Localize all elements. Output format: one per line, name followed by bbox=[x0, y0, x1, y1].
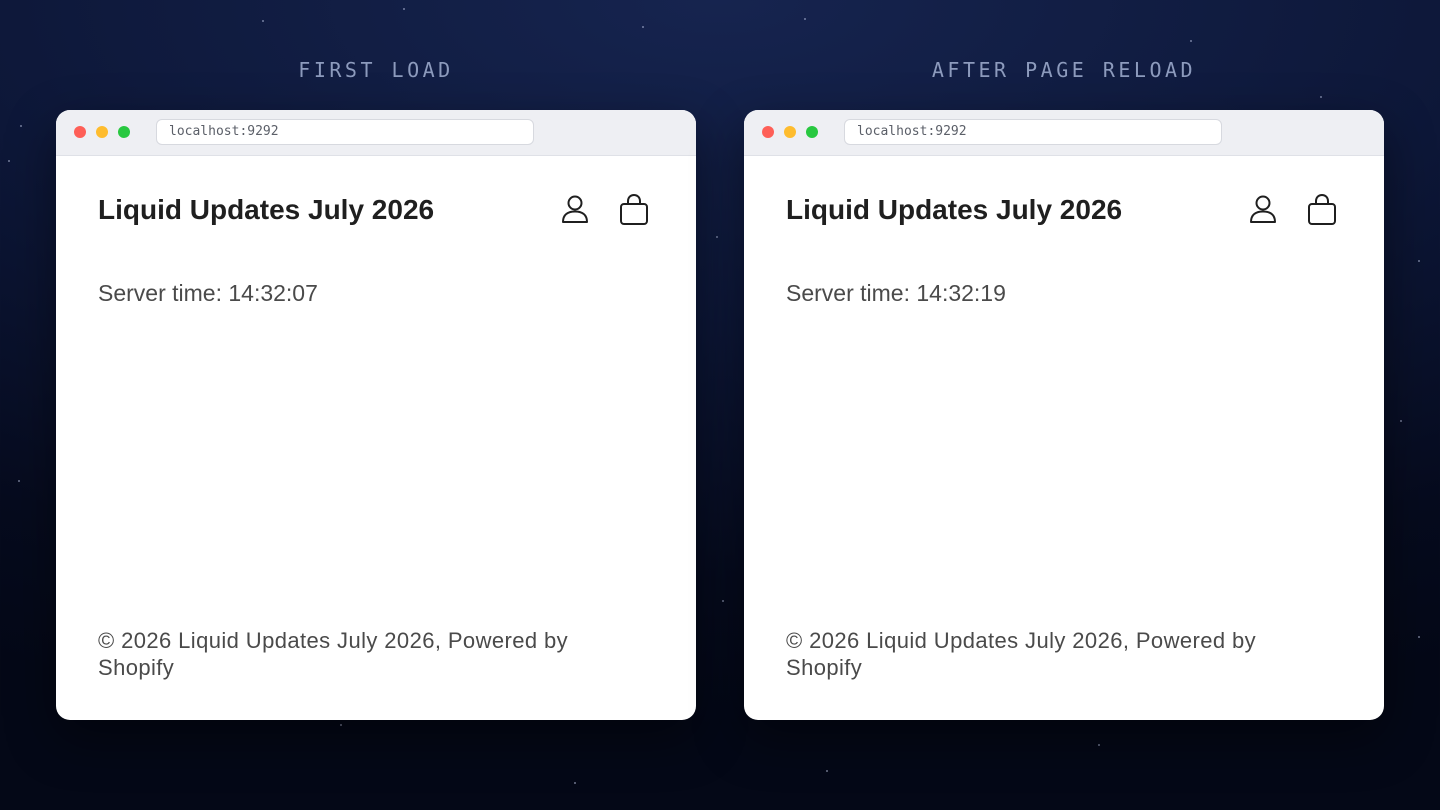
star bbox=[340, 724, 342, 726]
star bbox=[722, 600, 724, 602]
browser-toolbar: localhost:9292 bbox=[744, 110, 1384, 156]
server-time-text: Server time: 14:32:19 bbox=[786, 280, 1006, 306]
star bbox=[716, 236, 718, 238]
star bbox=[1190, 40, 1192, 42]
star bbox=[8, 160, 10, 162]
star bbox=[1418, 260, 1420, 262]
cart-bag-icon[interactable] bbox=[617, 192, 651, 228]
address-bar[interactable]: localhost:9292 bbox=[844, 119, 1222, 145]
maximize-window-button[interactable] bbox=[806, 126, 818, 138]
star bbox=[1098, 744, 1100, 746]
star bbox=[642, 26, 644, 28]
star bbox=[18, 480, 20, 482]
star bbox=[1418, 636, 1420, 638]
browser-window-after-reload: localhost:9292 Liquid Updates July 2026 … bbox=[744, 110, 1384, 720]
minimize-window-button[interactable] bbox=[784, 126, 796, 138]
account-icon[interactable] bbox=[558, 192, 592, 228]
panel-label-after-reload: AFTER PAGE RELOAD bbox=[931, 58, 1197, 82]
panel-label-first-load: FIRST LOAD bbox=[298, 58, 454, 82]
close-window-button[interactable] bbox=[74, 126, 86, 138]
star bbox=[804, 18, 806, 20]
star bbox=[1320, 96, 1322, 98]
account-icon[interactable] bbox=[1246, 192, 1280, 228]
browser-toolbar: localhost:9292 bbox=[56, 110, 696, 156]
star bbox=[262, 20, 264, 22]
footer-copyright: © 2026 Liquid Updates July 2026, Powered… bbox=[98, 628, 569, 680]
cart-bag-icon[interactable] bbox=[1305, 192, 1339, 228]
address-bar[interactable]: localhost:9292 bbox=[156, 119, 534, 145]
star bbox=[826, 770, 828, 772]
server-time-text: Server time: 14:32:07 bbox=[98, 280, 318, 306]
browser-window-first-load: localhost:9292 Liquid Updates July 2026 … bbox=[56, 110, 696, 720]
star bbox=[1400, 420, 1402, 422]
star bbox=[20, 125, 22, 127]
site-title[interactable]: Liquid Updates July 2026 bbox=[786, 194, 1122, 226]
close-window-button[interactable] bbox=[762, 126, 774, 138]
star bbox=[574, 782, 576, 784]
minimize-window-button[interactable] bbox=[96, 126, 108, 138]
site-title[interactable]: Liquid Updates July 2026 bbox=[98, 194, 434, 226]
star bbox=[403, 8, 405, 10]
footer-copyright: © 2026 Liquid Updates July 2026, Powered… bbox=[786, 628, 1257, 680]
maximize-window-button[interactable] bbox=[118, 126, 130, 138]
